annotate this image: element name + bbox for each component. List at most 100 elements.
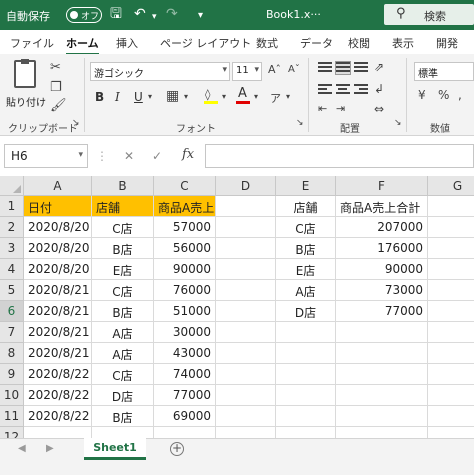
select-all-button[interactable] (0, 176, 24, 196)
row-header[interactable]: 8 (0, 343, 24, 364)
cell-b6[interactable]: B店 (92, 301, 154, 322)
cut-icon[interactable]: ✂ (50, 60, 61, 75)
add-sheet-icon[interactable]: + (170, 442, 184, 456)
cell-e5[interactable]: A店 (276, 280, 336, 301)
cell-c10[interactable]: 77000 (154, 385, 216, 406)
cell-e6[interactable]: D店 (276, 301, 336, 322)
underline-icon[interactable]: U (134, 90, 143, 104)
cell-a11[interactable]: 2020/8/22 (24, 406, 92, 427)
borders-dropdown-icon[interactable]: ▾ (184, 92, 188, 101)
cell-b7[interactable]: A店 (92, 322, 154, 343)
underline-dropdown-icon[interactable]: ▾ (148, 92, 152, 101)
percent-format-icon[interactable]: % (438, 88, 449, 102)
sheet-tab-sheet1[interactable]: Sheet1 (84, 438, 146, 460)
tab-review[interactable]: 校閲 (348, 35, 370, 51)
cell-b4[interactable]: E店 (92, 259, 154, 280)
italic-icon[interactable]: I (115, 90, 120, 104)
prev-sheet-icon[interactable]: ◀ (18, 443, 26, 454)
align-right-icon[interactable] (354, 84, 368, 96)
row-header[interactable]: 10 (0, 385, 24, 406)
row-header[interactable]: 12 (0, 427, 24, 438)
cell-e12[interactable] (276, 427, 336, 438)
cell-b12[interactable] (92, 427, 154, 438)
row-header[interactable]: 6 (0, 301, 24, 322)
cell-c5[interactable]: 76000 (154, 280, 216, 301)
tab-page-layout[interactable]: ページ レイアウト (160, 35, 251, 51)
cell-b11[interactable]: B店 (92, 406, 154, 427)
cell-e11[interactable] (276, 406, 336, 427)
cell-g12[interactable] (428, 427, 474, 438)
comma-format-icon[interactable]: , (458, 88, 462, 102)
cell-f9[interactable] (336, 364, 428, 385)
increase-indent-icon[interactable]: ⇥ (336, 102, 345, 115)
cell-a12[interactable] (24, 427, 92, 438)
insert-function-icon[interactable]: fx (182, 147, 194, 162)
cell-b10[interactable]: D店 (92, 385, 154, 406)
align-bottom-icon[interactable] (354, 62, 368, 74)
cell-f12[interactable] (336, 427, 428, 438)
cell-b3[interactable]: B店 (92, 238, 154, 259)
phonetic-icon[interactable]: ア (270, 90, 281, 106)
tab-insert[interactable]: 挿入 (116, 35, 138, 51)
cell-f7[interactable] (336, 322, 428, 343)
align-left-icon[interactable] (318, 84, 332, 96)
tab-home[interactable]: ホーム (66, 35, 99, 56)
cell-a6[interactable]: 2020/8/21 (24, 301, 92, 322)
autosave-toggle[interactable]: オフ (66, 7, 102, 23)
cell-c9[interactable]: 74000 (154, 364, 216, 385)
cell-g3[interactable] (428, 238, 474, 259)
row-header[interactable]: 5 (0, 280, 24, 301)
fill-dropdown-icon[interactable]: ▾ (222, 92, 226, 101)
cell-g1[interactable] (428, 196, 474, 217)
align-top-icon[interactable] (318, 62, 332, 74)
cell-g4[interactable] (428, 259, 474, 280)
cell-d1[interactable] (216, 196, 276, 217)
cell-d4[interactable] (216, 259, 276, 280)
cell-a1[interactable]: 日付 (24, 196, 92, 217)
cell-g7[interactable] (428, 322, 474, 343)
row-header[interactable]: 3 (0, 238, 24, 259)
cell-a5[interactable]: 2020/8/21 (24, 280, 92, 301)
cell-c7[interactable]: 30000 (154, 322, 216, 343)
merge-center-icon[interactable]: ⇔ (374, 102, 384, 116)
cell-d2[interactable] (216, 217, 276, 238)
cell-b5[interactable]: C店 (92, 280, 154, 301)
font-name-select[interactable]: 游ゴシック ▾ (90, 62, 230, 81)
copy-icon[interactable]: ❐ (50, 80, 62, 95)
cell-d12[interactable] (216, 427, 276, 438)
cell-f1[interactable]: 商品A売上合計 (336, 196, 428, 217)
cell-e10[interactable] (276, 385, 336, 406)
decrease-font-icon[interactable]: Aˇ (288, 64, 300, 75)
font-color-dropdown-icon[interactable]: ▾ (254, 92, 258, 101)
cell-g8[interactable] (428, 343, 474, 364)
cell-c12[interactable] (154, 427, 216, 438)
redo-icon[interactable]: ↷ (166, 6, 178, 22)
column-header-b[interactable]: B (92, 176, 154, 196)
undo-icon[interactable]: ↶ (134, 6, 146, 22)
cell-b9[interactable]: C店 (92, 364, 154, 385)
column-header-e[interactable]: E (276, 176, 336, 196)
cell-c11[interactable]: 69000 (154, 406, 216, 427)
column-header-c[interactable]: C (154, 176, 216, 196)
accounting-format-icon[interactable]: ¥ (418, 88, 426, 102)
cell-d9[interactable] (216, 364, 276, 385)
column-header-d[interactable]: D (216, 176, 276, 196)
tab-developer[interactable]: 開発 (436, 35, 458, 51)
save-icon[interactable]: 🖫 (110, 6, 122, 22)
cell-d10[interactable] (216, 385, 276, 406)
row-header[interactable]: 1 (0, 196, 24, 217)
align-center-icon[interactable] (336, 84, 350, 96)
cell-e8[interactable] (276, 343, 336, 364)
cell-g5[interactable] (428, 280, 474, 301)
cell-a7[interactable]: 2020/8/21 (24, 322, 92, 343)
column-header-a[interactable]: A (24, 176, 92, 196)
tab-file[interactable]: ファイル (10, 35, 54, 51)
cell-a4[interactable]: 2020/8/20 (24, 259, 92, 280)
cell-e9[interactable] (276, 364, 336, 385)
cell-f8[interactable] (336, 343, 428, 364)
decrease-indent-icon[interactable]: ⇤ (318, 102, 327, 115)
cell-c4[interactable]: 90000 (154, 259, 216, 280)
borders-icon[interactable]: ▦ (166, 88, 179, 104)
cell-e7[interactable] (276, 322, 336, 343)
tab-data[interactable]: データ (300, 35, 333, 51)
